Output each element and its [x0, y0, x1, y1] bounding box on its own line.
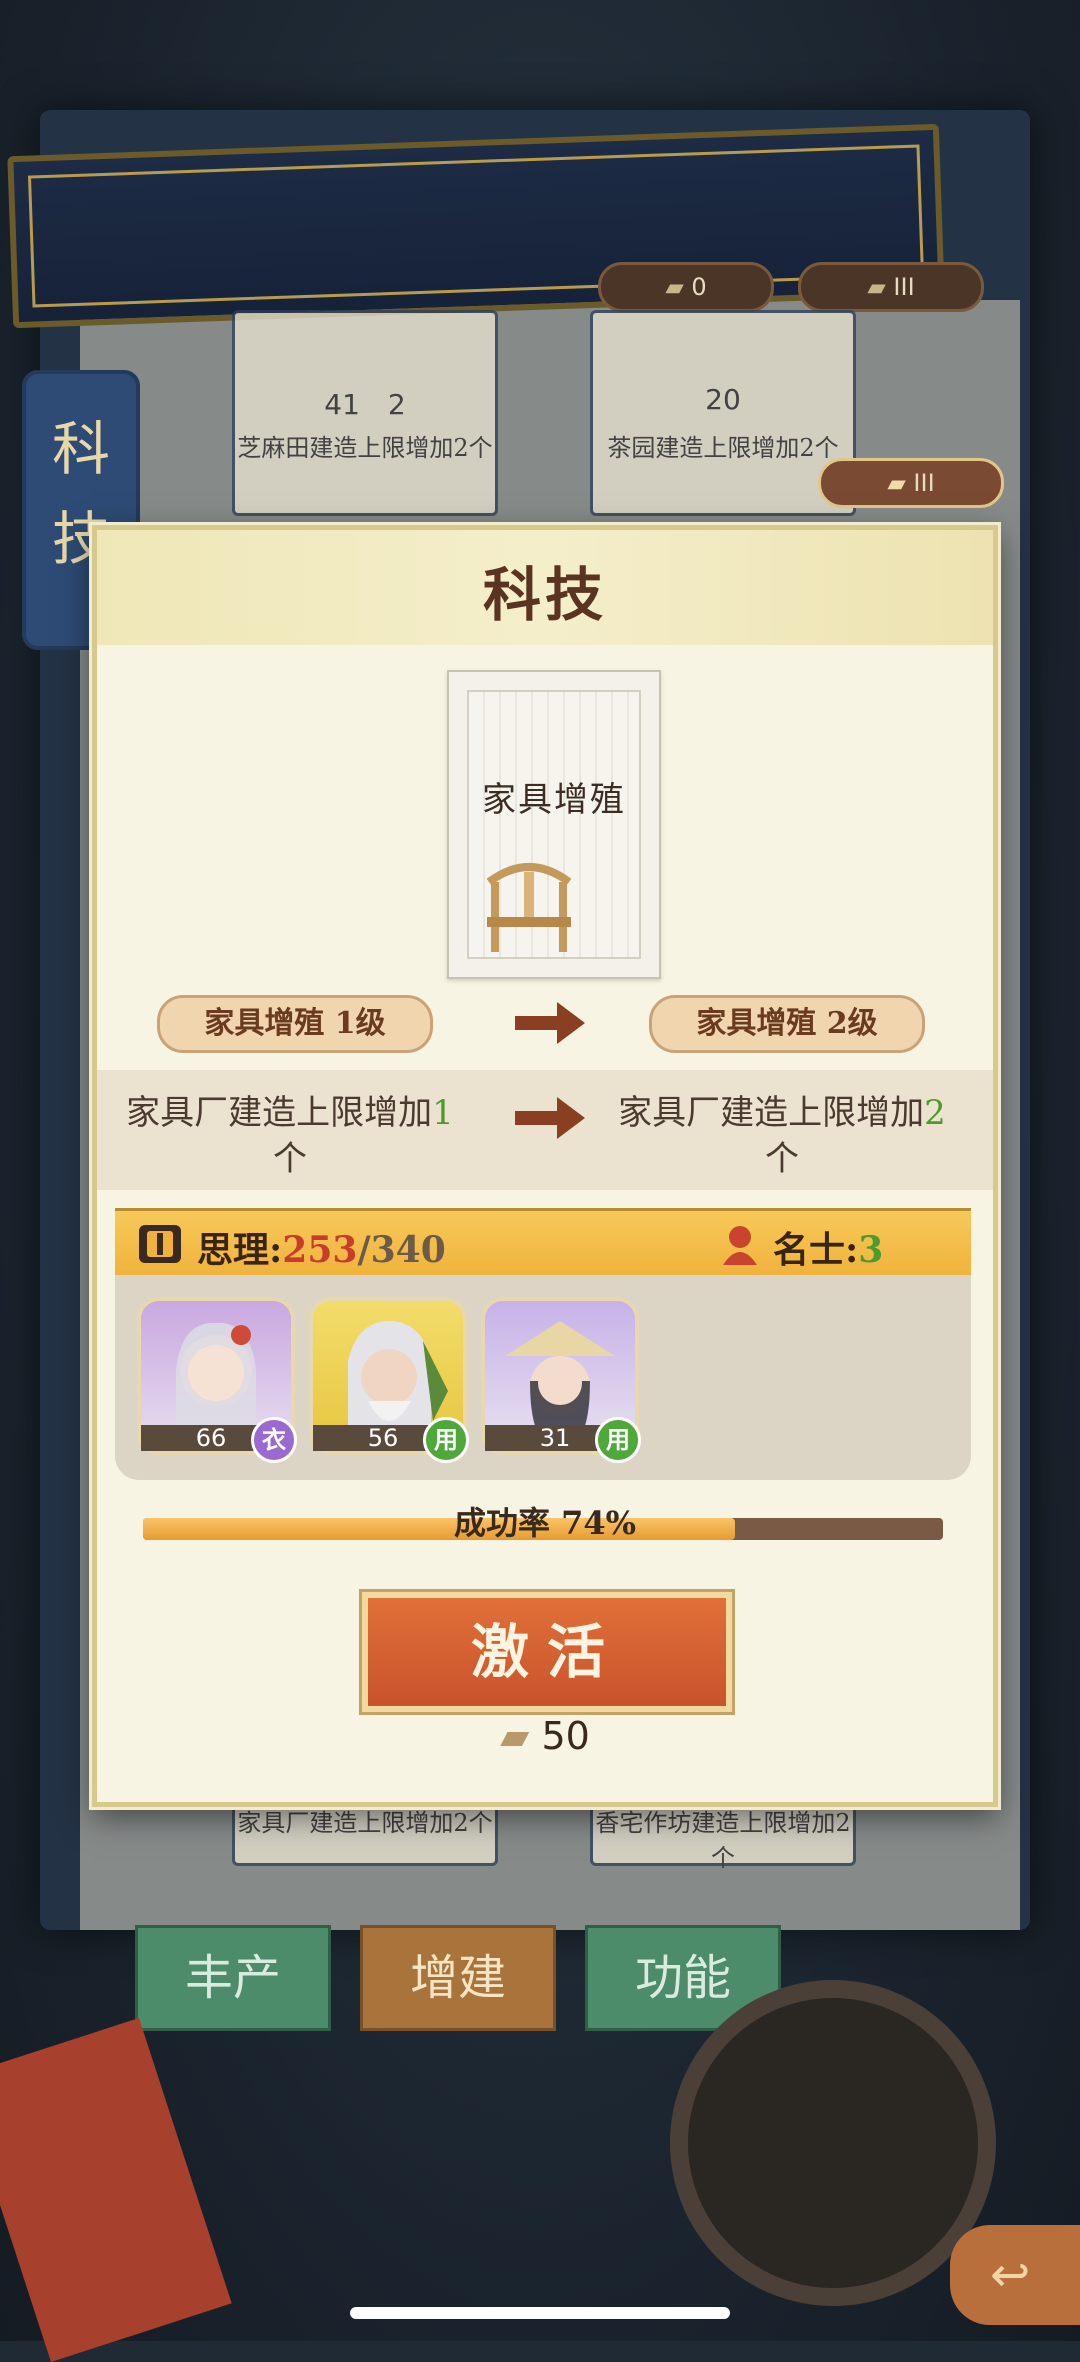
level-to-tag: 家具增殖 2级 — [649, 995, 925, 1053]
activate-cost: ▰ 50 — [500, 1714, 590, 1758]
inkstone-decoration — [670, 1980, 996, 2306]
arrow-right-icon — [515, 1002, 585, 1044]
hero-role-badge: 用 — [595, 1417, 641, 1463]
activate-button[interactable]: 激活 — [362, 1592, 732, 1712]
hero-role-badge: 衣 — [251, 1417, 297, 1463]
wood-icon: ▰ — [867, 273, 894, 301]
effect-band: 家具厂建造上限增加1 个 家具厂建造上限增加2 个 — [97, 1070, 993, 1190]
requirement-bar: 思理:253/340 名士:3 — [115, 1208, 971, 1280]
bg-tech-card: 41 2 芝麻田建造上限增加2个 — [232, 310, 498, 516]
brick-icon: ▰ — [665, 273, 692, 301]
bg-tech-card: 20 茶园建造上限增加2个 — [590, 310, 856, 516]
hero-panel: 66 衣 56 用 31 用 — [115, 1275, 971, 1480]
level-from-tag: 家具增殖 1级 — [157, 995, 433, 1053]
success-rate-label: 成功率 74% — [453, 1504, 637, 1542]
home-indicator[interactable] — [350, 2307, 730, 2319]
chair-icon — [486, 863, 572, 952]
back-button[interactable]: ↩ — [950, 2225, 1080, 2325]
tech-card-name: 家具增殖 — [482, 780, 626, 820]
mingshi-stat: 名士:3 — [773, 1229, 884, 1271]
scholar-icon — [723, 1226, 757, 1265]
back-arrow-icon: ↩ — [990, 2247, 1031, 2303]
resource-pill-brick: ▰ 0 — [598, 262, 774, 312]
arrow-right-icon — [515, 1097, 585, 1139]
modal-title: 科技 — [482, 561, 607, 629]
tab-zengjian[interactable]: 增建 — [360, 1925, 556, 2031]
resource-pill-floating: ▰ III — [818, 458, 1004, 508]
effect-to: 家具厂建造上限增加2 个 — [618, 1093, 946, 1179]
effect-from: 家具厂建造上限增加1 个 — [126, 1093, 454, 1179]
resource-pill-wood: ▰ III — [798, 262, 984, 312]
tech-card: 家具增殖 — [447, 670, 661, 979]
wood-icon: ▰ — [887, 469, 914, 497]
scroll-icon — [139, 1225, 181, 1263]
hero-role-badge: 用 — [423, 1417, 469, 1463]
red-envelope-decoration — [0, 2017, 232, 2362]
sili-stat: 思理:253/340 — [197, 1229, 446, 1271]
wood-icon: ▰ — [500, 1714, 542, 1758]
tab-fengchan[interactable]: 丰产 — [135, 1925, 331, 2031]
tech-modal: 科技 家具增殖 家具增殖 1级 家具增殖 2级 家具厂建造上限增加1 个 家具厂建… — [92, 525, 998, 1807]
